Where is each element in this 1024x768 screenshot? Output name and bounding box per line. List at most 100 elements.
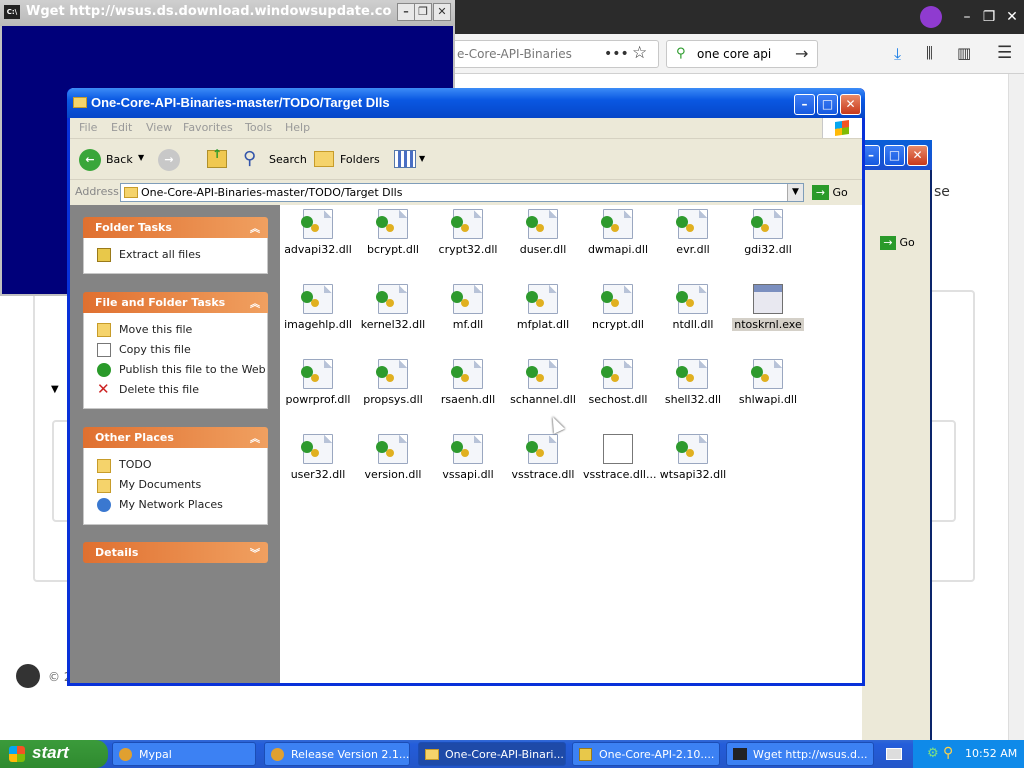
close-button[interactable]: ✕ xyxy=(840,94,861,115)
task-mypal[interactable]: Mypal xyxy=(112,742,256,766)
task-explorer-active[interactable]: One-Core-API-Binari... xyxy=(418,742,566,766)
start-button[interactable]: start xyxy=(0,740,108,768)
up-folder-icon[interactable]: ↑ xyxy=(207,147,227,168)
browser-maximize-button[interactable]: ❐ xyxy=(977,7,1001,27)
file-item[interactable]: imagehlp.dll xyxy=(281,284,355,331)
bg-maximize-button[interactable]: □ xyxy=(884,145,905,166)
library-icon[interactable]: ⫼ xyxy=(926,44,933,62)
task-delete[interactable]: Delete this file xyxy=(119,383,199,396)
file-item[interactable]: dwmapi.dll xyxy=(581,209,655,256)
console-maximize-button[interactable]: ❐ xyxy=(414,3,432,21)
file-item[interactable]: duser.dll xyxy=(506,209,580,256)
browser-scrollbar[interactable] xyxy=(1008,74,1024,740)
file-item[interactable]: ntoskrnl.exe xyxy=(731,284,805,331)
github-icon[interactable] xyxy=(16,664,40,688)
task-label: Release Version 2.1... xyxy=(291,748,410,761)
menu-tools[interactable]: Tools xyxy=(245,121,272,134)
browser-close-button[interactable]: ✕ xyxy=(1000,7,1024,27)
search-go-arrow-icon[interactable]: → xyxy=(795,44,808,63)
maximize-button[interactable]: □ xyxy=(817,94,838,115)
file-item[interactable]: mf.dll xyxy=(431,284,505,331)
address-dropdown-button[interactable]: ▼ xyxy=(787,184,803,201)
downloads-icon[interactable]: ⤓ xyxy=(894,44,901,64)
file-item[interactable]: vsstrace.dll... xyxy=(581,434,656,481)
file-item[interactable]: ncrypt.dll xyxy=(581,284,655,331)
console-minimize-button[interactable]: – xyxy=(397,3,415,21)
menu-edit[interactable]: Edit xyxy=(111,121,132,134)
search-tray-icon[interactable]: ⚲ xyxy=(943,745,953,761)
minimize-button[interactable]: – xyxy=(794,94,815,115)
file-item[interactable]: rsaenh.dll xyxy=(431,359,505,406)
file-folder-tasks-header[interactable]: File and Folder Tasks ︽ xyxy=(83,292,268,313)
file-item[interactable]: schannel.dll xyxy=(506,359,580,406)
console-close-button[interactable]: ✕ xyxy=(433,3,451,21)
network-tray-icon[interactable]: ⚙ xyxy=(927,746,939,761)
file-item[interactable]: kernel32.dll xyxy=(356,284,430,331)
place-todo[interactable]: TODO xyxy=(119,458,152,471)
file-item[interactable]: advapi32.dll xyxy=(281,209,355,256)
task-copy[interactable]: Copy this file xyxy=(119,343,191,356)
file-item[interactable]: vssapi.dll xyxy=(431,434,505,481)
place-my-documents[interactable]: My Documents xyxy=(119,478,201,491)
task-publish[interactable]: Publish this file to the Web xyxy=(119,363,266,376)
address-go-button[interactable]: → Go xyxy=(810,183,860,202)
expand-chevron-icon[interactable]: ︾ xyxy=(250,545,260,560)
file-name: evr.dll xyxy=(676,243,710,256)
folder-tasks-header[interactable]: Folder Tasks ︽ xyxy=(83,217,268,238)
collapse-chevron-icon[interactable]: ︽ xyxy=(250,430,260,445)
folders-icon[interactable] xyxy=(314,151,334,167)
file-item[interactable]: powrprof.dll xyxy=(281,359,355,406)
sidebar-icon[interactable]: ▥ xyxy=(957,44,971,62)
task-extract-all[interactable]: Extract all files xyxy=(119,248,201,261)
back-button[interactable]: Back xyxy=(106,153,133,166)
task-release[interactable]: Release Version 2.1... xyxy=(264,742,410,766)
file-item[interactable]: version.dll xyxy=(356,434,430,481)
folder-task-icon xyxy=(425,749,439,760)
place-network[interactable]: My Network Places xyxy=(119,498,223,511)
collapse-chevron-icon[interactable]: ︽ xyxy=(250,220,260,235)
keyboard-icon[interactable] xyxy=(886,748,902,760)
address-input[interactable]: One-Core-API-Binaries-master/TODO/Target… xyxy=(120,183,804,202)
file-item[interactable]: propsys.dll xyxy=(356,359,430,406)
file-item[interactable]: crypt32.dll xyxy=(431,209,505,256)
menu-help[interactable]: Help xyxy=(285,121,310,134)
file-item[interactable]: wtsapi32.dll xyxy=(656,434,730,481)
browser-search-input[interactable]: ⚲ one core api → xyxy=(666,40,818,68)
back-dropdown-icon[interactable]: ▼ xyxy=(138,153,144,162)
file-item[interactable]: evr.dll xyxy=(656,209,730,256)
search-button[interactable]: Search xyxy=(269,153,307,166)
page-actions-icon[interactable]: ••• xyxy=(604,46,629,62)
back-arrow-icon[interactable]: ← xyxy=(79,149,101,171)
file-item[interactable]: ntdll.dll xyxy=(656,284,730,331)
collapse-chevron-icon[interactable]: ︽ xyxy=(250,295,260,310)
file-item[interactable]: shlwapi.dll xyxy=(731,359,805,406)
task-wget[interactable]: Wget http://wsus.d... xyxy=(726,742,874,766)
file-item[interactable]: shell32.dll xyxy=(656,359,730,406)
menu-view[interactable]: View xyxy=(146,121,172,134)
bg-close-button[interactable]: ✕ xyxy=(907,145,928,166)
collapse-triangle-icon[interactable]: ▼ xyxy=(51,384,59,395)
browser-minimize-button[interactable]: – xyxy=(955,7,979,27)
task-move[interactable]: Move this file xyxy=(119,323,192,336)
other-places-header[interactable]: Other Places ︽ xyxy=(83,427,268,448)
forward-arrow-icon[interactable]: → xyxy=(158,149,180,171)
menu-favorites[interactable]: Favorites xyxy=(183,121,233,134)
search-magnifier-icon[interactable]: ⚲ xyxy=(243,148,256,169)
file-item[interactable]: mfplat.dll xyxy=(506,284,580,331)
views-icon[interactable] xyxy=(394,150,416,168)
file-item[interactable]: gdi32.dll xyxy=(731,209,805,256)
menu-hamburger-icon[interactable]: ☰ xyxy=(997,43,1012,63)
views-dropdown-icon[interactable]: ▼ xyxy=(419,154,425,163)
menu-file[interactable]: File xyxy=(79,121,97,134)
file-folder-tasks-panel: Move this file Copy this file Publish th… xyxy=(83,313,268,409)
file-item[interactable]: user32.dll xyxy=(281,434,355,481)
file-item[interactable]: bcrypt.dll xyxy=(356,209,430,256)
file-item[interactable]: vsstrace.dll xyxy=(506,434,580,481)
details-header[interactable]: Details ︾ xyxy=(83,542,268,563)
file-item[interactable]: sechost.dll xyxy=(581,359,655,406)
task-archive[interactable]: One-Core-API-2.10.... xyxy=(572,742,720,766)
bg-go-button[interactable]: → Go xyxy=(876,234,926,252)
folders-button[interactable]: Folders xyxy=(340,153,380,166)
address-folder-icon xyxy=(124,187,138,198)
bookmark-star-icon[interactable]: ☆ xyxy=(632,43,647,63)
